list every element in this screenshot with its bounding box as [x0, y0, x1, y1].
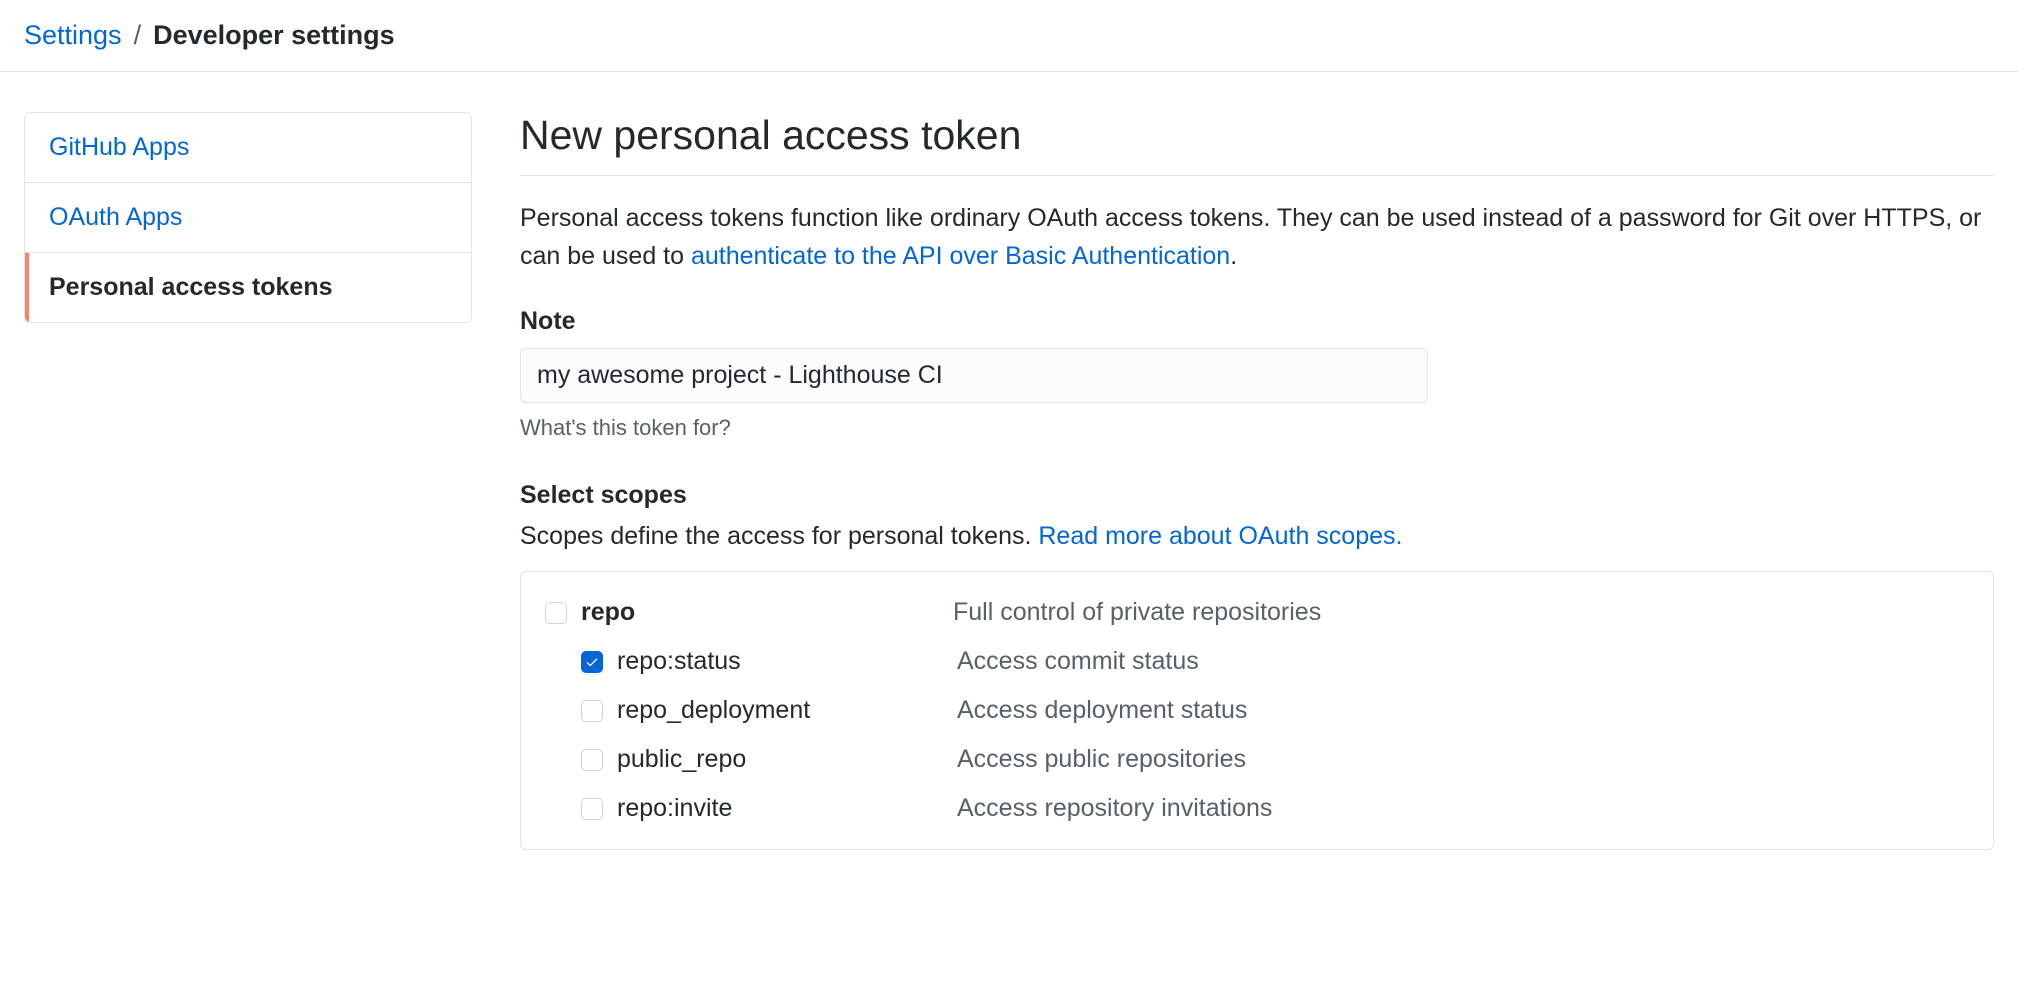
- scopes-description: Scopes define the access for personal to…: [520, 522, 1994, 551]
- sidebar-item-github-apps[interactable]: GitHub Apps: [25, 113, 471, 183]
- sidebar: GitHub Apps OAuth Apps Personal access t…: [24, 112, 472, 850]
- scope-name: public_repo: [617, 745, 957, 774]
- breadcrumb-separator: /: [134, 20, 142, 51]
- breadcrumb-settings-link[interactable]: Settings: [24, 20, 122, 51]
- note-help-text: What's this token for?: [520, 415, 1994, 441]
- scope-name: repo_deployment: [617, 696, 957, 725]
- scope-name: repo:invite: [617, 794, 957, 823]
- scope-description: Access commit status: [957, 647, 1199, 676]
- scope-row-repo: repo Full control of private repositorie…: [521, 588, 1993, 637]
- sidebar-menu: GitHub Apps OAuth Apps Personal access t…: [24, 112, 472, 323]
- scope-checkbox-repo-invite[interactable]: [581, 798, 603, 820]
- scope-name: repo:status: [617, 647, 957, 676]
- scope-description: Access deployment status: [957, 696, 1247, 725]
- page-title: New personal access token: [520, 112, 1994, 176]
- scopes-box: repo Full control of private repositorie…: [520, 571, 1994, 850]
- scope-checkbox-repo-deployment[interactable]: [581, 700, 603, 722]
- scope-row-repo-deployment: repo_deployment Access deployment status: [521, 686, 1993, 735]
- sidebar-item-oauth-apps[interactable]: OAuth Apps: [25, 183, 471, 253]
- sidebar-item-personal-access-tokens[interactable]: Personal access tokens: [25, 253, 471, 322]
- scope-name: repo: [581, 598, 953, 627]
- breadcrumb: Settings / Developer settings: [0, 0, 2018, 71]
- scope-row-public-repo: public_repo Access public repositories: [521, 735, 1993, 784]
- scopes-label: Select scopes: [520, 481, 1994, 510]
- scope-checkbox-repo-status[interactable]: [581, 651, 603, 673]
- scope-row-repo-invite: repo:invite Access repository invitation…: [521, 784, 1993, 833]
- scope-description: Access public repositories: [957, 745, 1246, 774]
- scope-checkbox-public-repo[interactable]: [581, 749, 603, 771]
- note-label: Note: [520, 307, 1994, 336]
- check-icon: [585, 655, 599, 669]
- auth-api-link[interactable]: authenticate to the API over Basic Authe…: [691, 242, 1230, 270]
- breadcrumb-current: Developer settings: [153, 20, 395, 51]
- scope-row-repo-status: repo:status Access commit status: [521, 637, 1993, 686]
- main-content: New personal access token Personal acces…: [520, 112, 1994, 850]
- description-suffix: .: [1230, 242, 1237, 270]
- scope-checkbox-repo[interactable]: [545, 602, 567, 624]
- oauth-scopes-link[interactable]: Read more about OAuth scopes.: [1038, 522, 1402, 550]
- note-input[interactable]: [520, 348, 1428, 403]
- scope-description: Full control of private repositories: [953, 598, 1321, 627]
- token-description: Personal access tokens function like ord…: [520, 200, 1994, 275]
- scopes-description-text: Scopes define the access for personal to…: [520, 522, 1038, 550]
- scope-description: Access repository invitations: [957, 794, 1272, 823]
